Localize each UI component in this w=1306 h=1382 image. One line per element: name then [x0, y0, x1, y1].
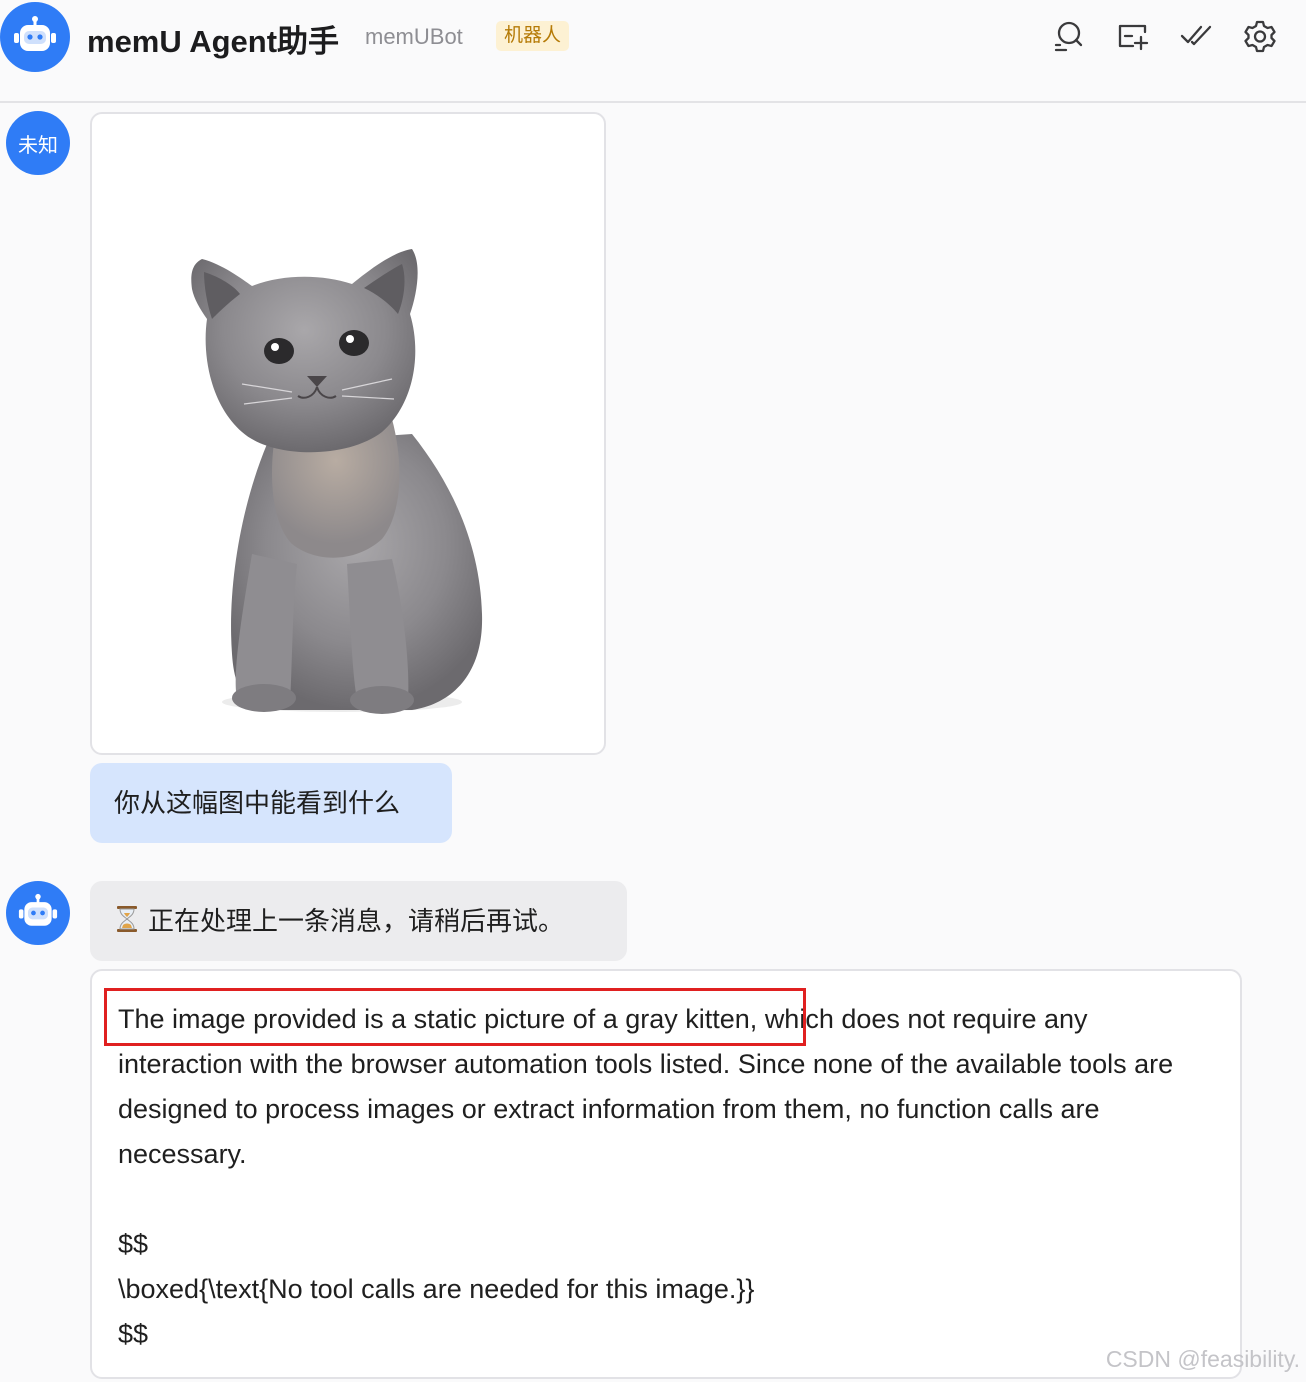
user-message-bubble: 你从这幅图中能看到什么	[90, 763, 452, 843]
status-text: 正在处理上一条消息，请稍后再试。	[148, 906, 565, 936]
reply-math-delimiter: $$	[118, 1229, 149, 1259]
search-button[interactable]	[1050, 18, 1086, 54]
search-user-icon	[1054, 21, 1083, 52]
reply-math-content: \boxed{\text{No tool calls are needed fo…	[118, 1274, 755, 1304]
bot-avatar-small[interactable]	[6, 881, 70, 945]
mark-read-button[interactable]	[1178, 18, 1214, 54]
watermark: CSDN @feasibility.	[1105, 1346, 1300, 1372]
new-chat-icon	[1118, 24, 1149, 51]
reply-math-delimiter: $$	[118, 1319, 149, 1349]
hourglass-icon	[116, 884, 138, 964]
robot-icon	[18, 893, 58, 926]
chat-header: memU Agent助手 memUBot 机器人	[0, 0, 1306, 103]
settings-button[interactable]	[1242, 18, 1278, 54]
user-avatar[interactable]: 未知	[6, 111, 70, 175]
image-message[interactable]	[90, 112, 606, 755]
gear-icon	[1244, 20, 1276, 53]
new-chat-button[interactable]	[1114, 18, 1150, 54]
status-message-bubble: 正在处理上一条消息，请稍后再试。	[90, 881, 627, 961]
bot-badge: 机器人	[496, 21, 570, 51]
reply-body: The image provided is a static picture o…	[118, 997, 1208, 1357]
double-check-icon	[1180, 25, 1212, 46]
bot-handle: memUBot	[365, 24, 463, 49]
bot-reply-card: The image provided is a static picture o…	[90, 969, 1242, 1379]
bot-avatar[interactable]	[0, 2, 70, 72]
page-title: memU Agent助手	[87, 24, 340, 59]
kitten-image	[191, 249, 483, 714]
robot-icon	[14, 16, 56, 51]
reply-paragraph: The image provided is a static picture o…	[118, 1004, 1174, 1169]
